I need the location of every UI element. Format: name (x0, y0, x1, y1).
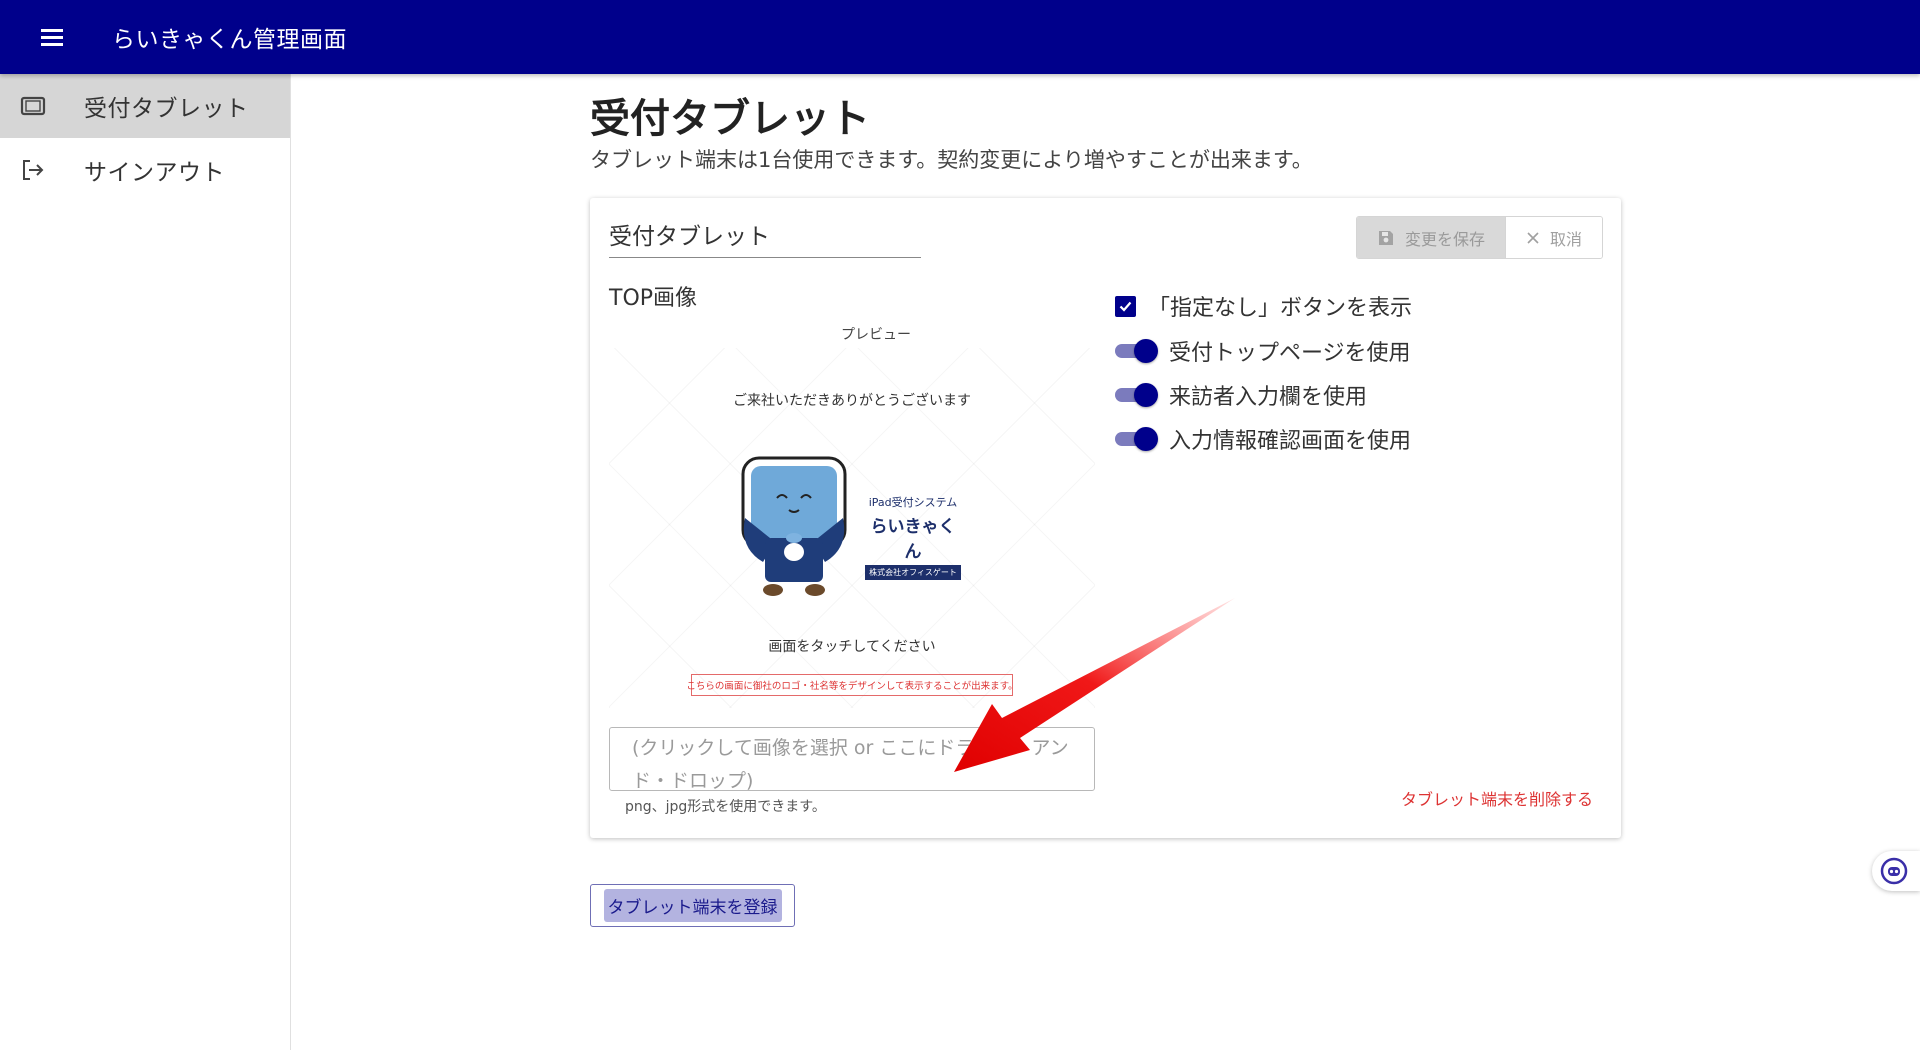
option-label: 「指定なし」ボタンを表示 (1148, 296, 1413, 321)
app-title: らいきゃくん管理画面 (112, 27, 347, 53)
option-label: 来訪者入力欄を使用 (1169, 385, 1368, 410)
option-label: 入力情報確認画面を使用 (1169, 429, 1412, 454)
tablet-icon (18, 91, 48, 121)
tablet-name-input[interactable] (609, 218, 921, 258)
preview-welcome-text: ご来社いただきありがとうございます (733, 393, 971, 409)
app-bar: らいきゃくん管理画面 (0, 0, 1920, 74)
save-icon (1378, 230, 1393, 245)
sidebar-item-sign-out[interactable]: サインアウト (0, 138, 290, 202)
use-visitor-input-toggle[interactable] (1115, 383, 1158, 407)
register-tablet-button[interactable]: タブレット端末を登録 (590, 884, 795, 927)
page-title: 受付タブレット (590, 96, 870, 142)
use-top-page-toggle[interactable] (1115, 339, 1158, 363)
use-confirm-screen-toggle[interactable] (1115, 427, 1158, 451)
sign-out-icon (18, 155, 48, 185)
chatbot-icon (1880, 857, 1908, 885)
hamburger-menu-icon[interactable] (26, 11, 78, 63)
card-actions: 変更を保存 取消 (1356, 216, 1603, 259)
register-button-label: タブレット端末を登録 (603, 889, 782, 922)
preview-label: プレビュー (841, 327, 911, 343)
close-icon (1527, 231, 1539, 244)
sidebar-item-label: サインアウト (84, 160, 225, 186)
option-use-top-page: 受付トップページを使用 (1115, 335, 1411, 367)
cancel-label: 取消 (1549, 229, 1582, 249)
preview-logo: iPad受付システム らいきゃくん 株式会社オフィスゲート (865, 494, 961, 580)
check-icon (1119, 301, 1132, 312)
save-button[interactable]: 変更を保存 (1357, 217, 1505, 258)
option-show-none-button: 「指定なし」ボタンを表示 (1115, 290, 1412, 322)
chat-widget[interactable] (1872, 851, 1920, 891)
sidebar: 受付タブレット サインアウト (0, 74, 291, 1050)
logo-line3: 株式会社オフィスゲート (865, 565, 961, 580)
page-description: タブレット端末は1台使用できます。契約変更により増やすことが出来ます。 (590, 148, 1313, 172)
save-label: 変更を保存 (1404, 229, 1485, 249)
top-image-label: TOP画像 (609, 286, 698, 311)
mascot-image (741, 456, 847, 596)
sidebar-item-label: 受付タブレット (84, 96, 249, 122)
logo-line1: iPad受付システム (868, 496, 958, 509)
logo-line2: らいきゃくん (870, 517, 956, 562)
option-use-confirm-screen: 入力情報確認画面を使用 (1115, 423, 1411, 455)
option-use-visitor-input: 来訪者入力欄を使用 (1115, 379, 1367, 411)
cancel-button[interactable]: 取消 (1505, 217, 1602, 258)
show-none-button-checkbox[interactable] (1115, 295, 1136, 317)
annotation-arrow-icon (954, 598, 1235, 772)
sidebar-item-reception-tablet[interactable]: 受付タブレット (0, 74, 290, 138)
delete-tablet-link[interactable]: タブレット端末を削除する (1401, 786, 1593, 810)
format-hint: png、jpg形式を使用できます。 (625, 799, 826, 815)
option-label: 受付トップページを使用 (1169, 341, 1411, 366)
